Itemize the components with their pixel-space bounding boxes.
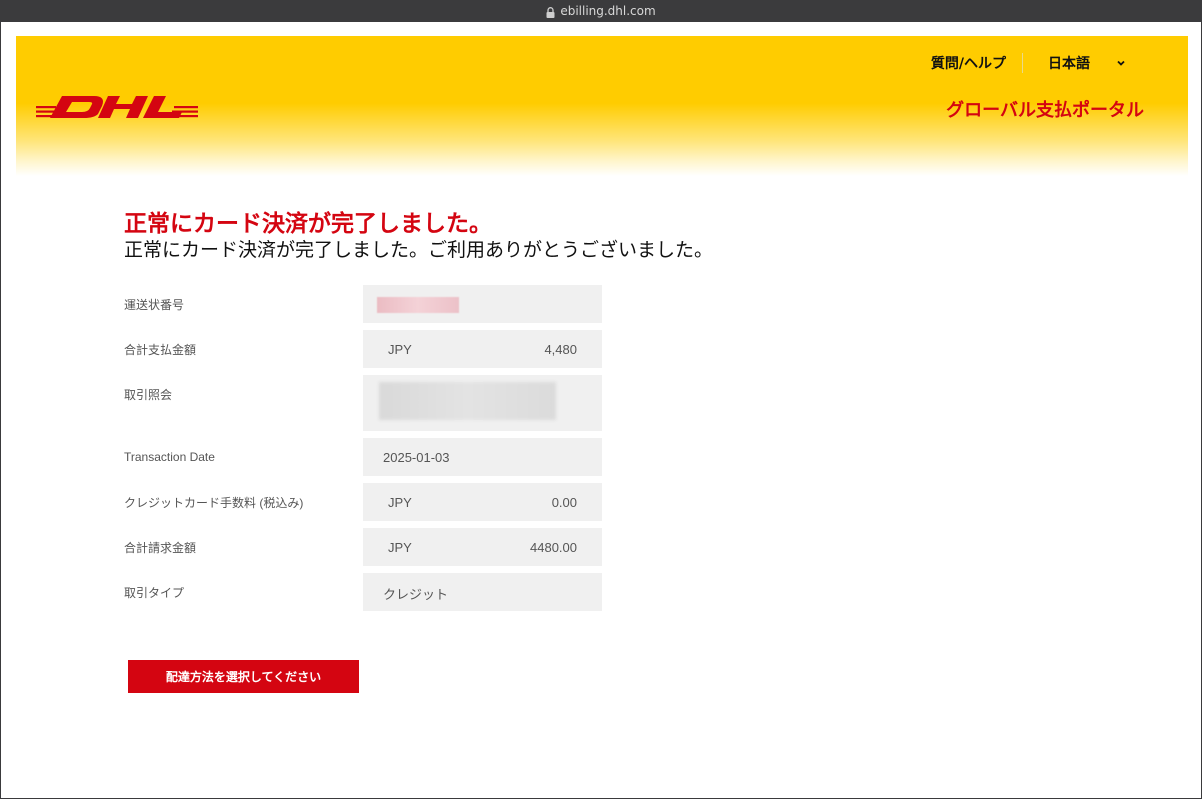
top-nav: 質問/ヘルプ 日本語 (931, 53, 1126, 73)
lock-icon (546, 6, 555, 18)
main-content: 正常にカード決済が完了しました。 正常にカード決済が完了しました。ご利用ありがと… (124, 210, 714, 693)
type-value: クレジット (363, 573, 602, 611)
dhl-logo-icon[interactable] (36, 94, 198, 124)
site-header: 質問/ヘルプ 日本語 グローバル支払ポータル (16, 36, 1188, 176)
chevron-down-icon (1117, 60, 1125, 66)
detail-row-total-billed: 合計請求金額 JPY 4480.00 (124, 528, 604, 566)
detail-row-reference: 取引照会 (124, 375, 604, 431)
detail-row-type: 取引タイプ クレジット (124, 573, 604, 611)
type-label: 取引タイプ (124, 586, 185, 600)
page-subtitle: 正常にカード決済が完了しました。ご利用ありがとうございました。 (124, 239, 714, 261)
waybill-value (363, 285, 602, 323)
select-delivery-button[interactable]: 配達方法を選択してください (128, 660, 359, 693)
card-fee-label: クレジットカード手数料 (税込み) (124, 496, 304, 510)
total-billed-currency: JPY (388, 540, 412, 555)
detail-row-total-paid: 合計支払金額 JPY 4,480 (124, 330, 604, 368)
detail-row-date: Transaction Date 2025-01-03 (124, 438, 604, 476)
total-paid-value: JPY 4,480 (363, 330, 602, 368)
waybill-label: 運送状番号 (124, 298, 185, 312)
total-billed-label: 合計請求金額 (124, 541, 197, 555)
total-billed-amount: 4480.00 (530, 540, 577, 555)
total-paid-label: 合計支払金額 (124, 343, 197, 357)
date-value: 2025-01-03 (363, 438, 602, 476)
url-text: ebilling.dhl.com (560, 4, 656, 18)
total-paid-currency: JPY (388, 342, 412, 357)
date-label: Transaction Date (124, 450, 215, 464)
detail-row-waybill: 運送状番号 (124, 285, 604, 323)
detail-row-card-fee: クレジットカード手数料 (税込み) JPY 0.00 (124, 483, 604, 521)
page-title: 正常にカード決済が完了しました。 (124, 211, 492, 237)
type-text: クレジット (383, 587, 449, 602)
date-text: 2025-01-03 (383, 450, 450, 465)
nav-divider (1022, 53, 1023, 73)
language-label: 日本語 (1048, 56, 1090, 72)
total-paid-amount: 4,480 (544, 342, 577, 357)
reference-value (363, 375, 602, 431)
card-fee-currency: JPY (388, 495, 412, 510)
help-link[interactable]: 質問/ヘルプ (931, 53, 1022, 73)
language-select[interactable]: 日本語 (1048, 53, 1126, 73)
redacted-waybill (377, 297, 459, 313)
portal-title: グローバル支払ポータル (946, 100, 1144, 121)
redacted-reference (379, 382, 556, 420)
page: 質問/ヘルプ 日本語 グローバル支払ポータル 正常にカード決済が完了しました。 … (1, 22, 1201, 798)
card-fee-value: JPY 0.00 (363, 483, 602, 521)
card-fee-amount: 0.00 (551, 495, 577, 510)
reference-label: 取引照会 (124, 388, 173, 402)
address-bar[interactable]: ebilling.dhl.com (0, 0, 1202, 22)
total-billed-value: JPY 4480.00 (363, 528, 602, 566)
